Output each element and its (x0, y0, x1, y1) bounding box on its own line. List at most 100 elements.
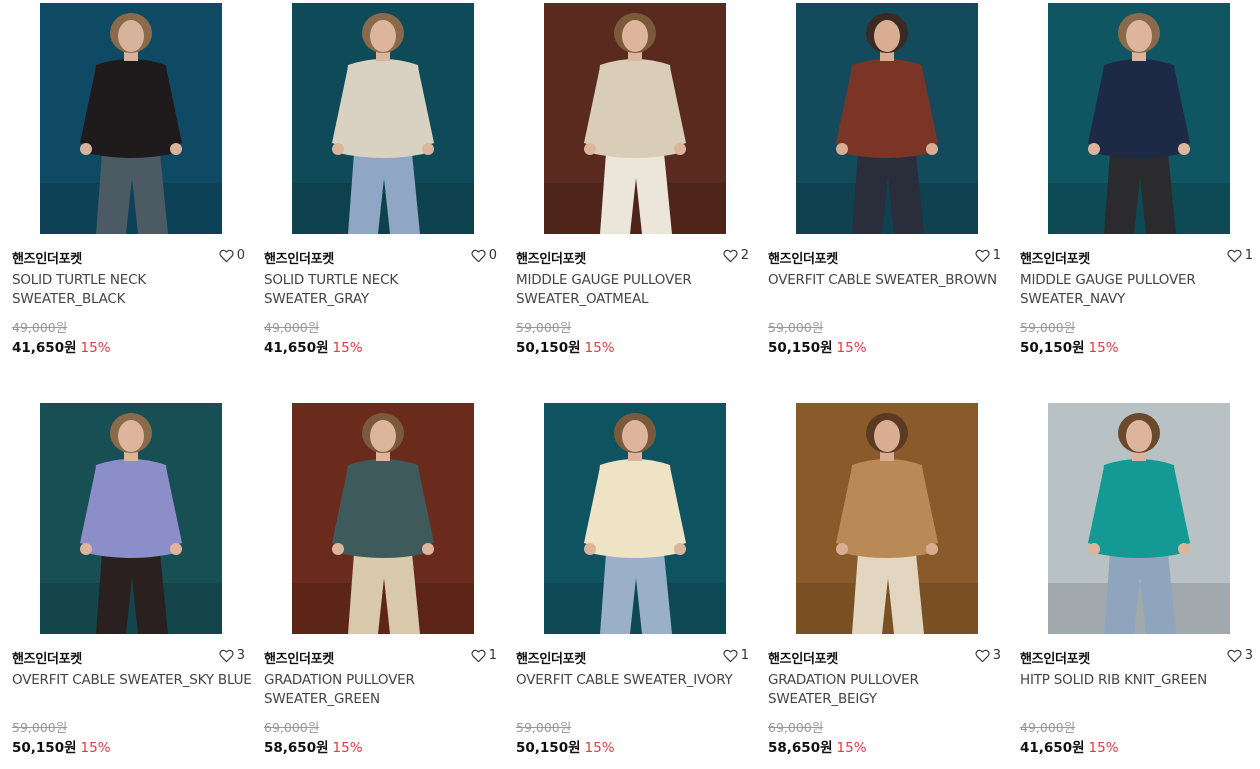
like-button[interactable]: 1 (723, 648, 749, 663)
heart-outline-icon (1227, 249, 1242, 263)
sale-price: 58,650원 (264, 740, 329, 756)
heart-outline-icon (471, 249, 486, 263)
product-meta-row: 핸즈인더포켓 3 (12, 647, 245, 667)
like-count: 3 (236, 648, 245, 663)
discount-rate: 15% (332, 740, 363, 756)
product-name[interactable]: OVERFIT CABLE SWEATER_IVORY (516, 671, 756, 690)
brand-name[interactable]: 핸즈인더포켓 (264, 648, 334, 667)
product-image[interactable] (1048, 3, 1230, 234)
sale-price: 41,650원 (264, 340, 329, 356)
product-meta-row: 핸즈인더포켓 3 (768, 647, 1001, 667)
like-button[interactable]: 3 (975, 648, 1001, 663)
product-meta-row: 핸즈인더포켓 2 (516, 247, 749, 267)
like-button[interactable]: 0 (471, 248, 497, 263)
like-count: 1 (992, 248, 1001, 263)
like-count: 1 (488, 648, 497, 663)
original-price: 49,000원 (264, 320, 320, 335)
sale-price: 50,150원 (768, 340, 833, 356)
original-price: 59,000원 (1020, 320, 1076, 335)
like-count: 0 (488, 248, 497, 263)
product-meta-row: 핸즈인더포켓 1 (516, 647, 749, 667)
product-name[interactable]: MIDDLE GAUGE PULLOVER SWEATER_OATMEAL (516, 271, 756, 309)
heart-outline-icon (219, 649, 234, 663)
heart-outline-icon (219, 249, 234, 263)
brand-name[interactable]: 핸즈인더포켓 (768, 648, 838, 667)
like-count: 2 (740, 248, 749, 263)
brand-name[interactable]: 핸즈인더포켓 (264, 248, 334, 267)
like-button[interactable]: 3 (219, 648, 245, 663)
discount-rate: 15% (836, 740, 867, 756)
like-button[interactable]: 3 (1227, 648, 1253, 663)
like-count: 3 (992, 648, 1001, 663)
product-image[interactable] (796, 3, 978, 234)
brand-name[interactable]: 핸즈인더포켓 (768, 248, 838, 267)
like-button[interactable]: 2 (723, 248, 749, 263)
like-button[interactable]: 1 (1227, 248, 1253, 263)
heart-outline-icon (975, 249, 990, 263)
heart-outline-icon (975, 649, 990, 663)
discount-rate: 15% (80, 740, 111, 756)
price-row: 41,650원 15% (1020, 736, 1119, 756)
price-row: 50,150원 15% (1020, 336, 1119, 356)
like-count: 1 (740, 648, 749, 663)
product-meta-row: 핸즈인더포켓 0 (264, 247, 497, 267)
brand-name[interactable]: 핸즈인더포켓 (516, 648, 586, 667)
discount-rate: 15% (584, 740, 615, 756)
product-image[interactable] (292, 403, 474, 634)
product-image[interactable] (40, 403, 222, 634)
product-image[interactable] (292, 3, 474, 234)
original-price: 49,000원 (1020, 720, 1076, 735)
original-price: 69,000원 (768, 720, 824, 735)
brand-name[interactable]: 핸즈인더포켓 (12, 248, 82, 267)
product-grid: 핸즈인더포켓 0 SOLID TURTLE NECK SWEATER_BLACK 49… (0, 0, 1260, 769)
sale-price: 41,650원 (1020, 740, 1085, 756)
product-image[interactable] (544, 3, 726, 234)
price-row: 50,150원 15% (516, 736, 615, 756)
product-image[interactable] (544, 403, 726, 634)
sale-price: 41,650원 (12, 340, 77, 356)
product-image[interactable] (40, 3, 222, 234)
product-name[interactable]: GRADATION PULLOVER SWEATER_GREEN (264, 671, 504, 709)
product-name[interactable]: MIDDLE GAUGE PULLOVER SWEATER_NAVY (1020, 271, 1260, 309)
brand-name[interactable]: 핸즈인더포켓 (516, 248, 586, 267)
price-row: 41,650원 15% (264, 336, 363, 356)
discount-rate: 15% (836, 340, 867, 356)
brand-name[interactable]: 핸즈인더포켓 (1020, 248, 1090, 267)
brand-name[interactable]: 핸즈인더포켓 (1020, 648, 1090, 667)
price-row: 50,150원 15% (516, 336, 615, 356)
original-price: 49,000원 (12, 320, 68, 335)
heart-outline-icon (1227, 649, 1242, 663)
product-name[interactable]: GRADATION PULLOVER SWEATER_BEIGY (768, 671, 1008, 709)
discount-rate: 15% (1088, 340, 1119, 356)
original-price: 69,000원 (264, 720, 320, 735)
price-row: 50,150원 15% (768, 336, 867, 356)
product-name[interactable]: OVERFIT CABLE SWEATER_SKY BLUE (12, 671, 252, 690)
heart-outline-icon (723, 249, 738, 263)
like-count: 3 (1244, 648, 1253, 663)
product-image[interactable] (796, 403, 978, 634)
product-name[interactable]: OVERFIT CABLE SWEATER_BROWN (768, 271, 1008, 290)
like-count: 1 (1244, 248, 1253, 263)
price-row: 58,650원 15% (768, 736, 867, 756)
like-button[interactable]: 1 (471, 648, 497, 663)
sale-price: 50,150원 (1020, 340, 1085, 356)
product-image[interactable] (1048, 403, 1230, 634)
heart-outline-icon (723, 649, 738, 663)
like-button[interactable]: 1 (975, 248, 1001, 263)
price-row: 50,150원 15% (12, 736, 111, 756)
product-meta-row: 핸즈인더포켓 0 (12, 247, 245, 267)
product-name[interactable]: SOLID TURTLE NECK SWEATER_GRAY (264, 271, 504, 309)
like-button[interactable]: 0 (219, 248, 245, 263)
sale-price: 50,150원 (516, 340, 581, 356)
heart-outline-icon (471, 649, 486, 663)
discount-rate: 15% (1088, 740, 1119, 756)
product-name[interactable]: HITP SOLID RIB KNIT_GREEN (1020, 671, 1260, 690)
original-price: 59,000원 (516, 320, 572, 335)
product-name[interactable]: SOLID TURTLE NECK SWEATER_BLACK (12, 271, 252, 309)
original-price: 59,000원 (516, 720, 572, 735)
discount-rate: 15% (80, 340, 111, 356)
product-meta-row: 핸즈인더포켓 1 (1020, 247, 1253, 267)
brand-name[interactable]: 핸즈인더포켓 (12, 648, 82, 667)
original-price: 59,000원 (12, 720, 68, 735)
price-row: 41,650원 15% (12, 336, 111, 356)
